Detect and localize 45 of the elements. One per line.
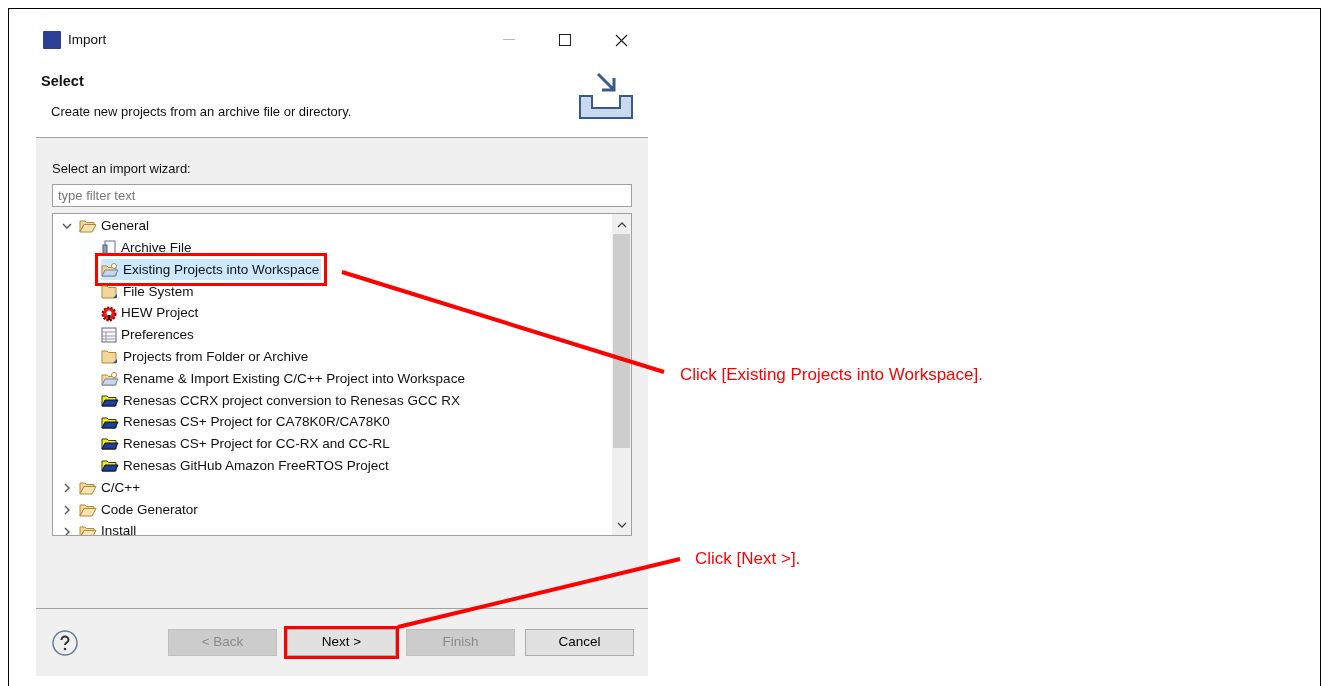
- chevron-right-icon[interactable]: [62, 504, 72, 515]
- app-logo-icon: [43, 31, 61, 49]
- dialog-button[interactable]: Next >: [287, 629, 396, 656]
- folder-icon: [101, 262, 119, 278]
- header-title: Select: [41, 72, 85, 91]
- chevron-right-icon[interactable]: [62, 482, 72, 493]
- tree-item[interactable]: Code Generator: [79, 499, 200, 521]
- tree-item[interactable]: Projects from Folder or Archive: [101, 346, 311, 368]
- scrollbar[interactable]: [612, 213, 631, 535]
- tree-item[interactable]: Preferences: [101, 324, 196, 346]
- tree-item[interactable]: Renesas CS+ Project for CA78K0R/CA78K0: [101, 412, 392, 434]
- tree-item[interactable]: General: [79, 215, 152, 237]
- folder-icon: [101, 283, 119, 300]
- chevron-right-icon[interactable]: [62, 526, 72, 535]
- tree-item[interactable]: HEW Project: [101, 303, 201, 325]
- tree-item[interactable]: Renesas CCRX project conversion to Renesas GCC RX: [101, 390, 462, 412]
- tree-item[interactable]: Renesas GitHub Amazon FreeRTOS Project: [101, 455, 391, 477]
- tree-item[interactable]: Renesas CS+ Project for CC-RX and CC-RL: [101, 433, 392, 455]
- folder-icon: [101, 370, 119, 387]
- window-title: Import: [68, 30, 107, 49]
- folder-icon: [101, 458, 119, 475]
- table-icon: [101, 327, 117, 344]
- gear-icon: [101, 305, 117, 322]
- callout-text: Click [Next >].: [695, 548, 801, 570]
- tree-item[interactable]: Rename & Import Existing C/C++ Project into Workspace: [101, 368, 467, 390]
- folder-icon: [101, 349, 119, 366]
- tree-item[interactable]: File System: [101, 281, 196, 303]
- folder-icon: [101, 436, 119, 453]
- help-icon[interactable]: [52, 629, 78, 656]
- folder-icon: [79, 524, 97, 535]
- folder-icon: [101, 414, 119, 431]
- callout-text: Click [Existing Projects into Workspace].: [680, 364, 983, 386]
- filter-field[interactable]: type filter text: [52, 183, 632, 207]
- folder-icon: [79, 219, 97, 234]
- folder-icon: [101, 392, 119, 409]
- header-description: Create new projects from an archive file or directory.: [51, 102, 352, 121]
- folder-icon: [79, 480, 97, 495]
- close-icon[interactable]: [615, 33, 628, 47]
- tree-item[interactable]: Archive File: [101, 237, 194, 259]
- folder-icon: [79, 502, 97, 517]
- scrollbar-thumb[interactable]: [613, 233, 630, 448]
- wizard-label: Select an import wizard:: [52, 160, 192, 178]
- maximize-icon[interactable]: [559, 34, 571, 46]
- tree-item[interactable]: C/C++: [79, 477, 143, 499]
- dialog-button[interactable]: Cancel: [525, 629, 634, 656]
